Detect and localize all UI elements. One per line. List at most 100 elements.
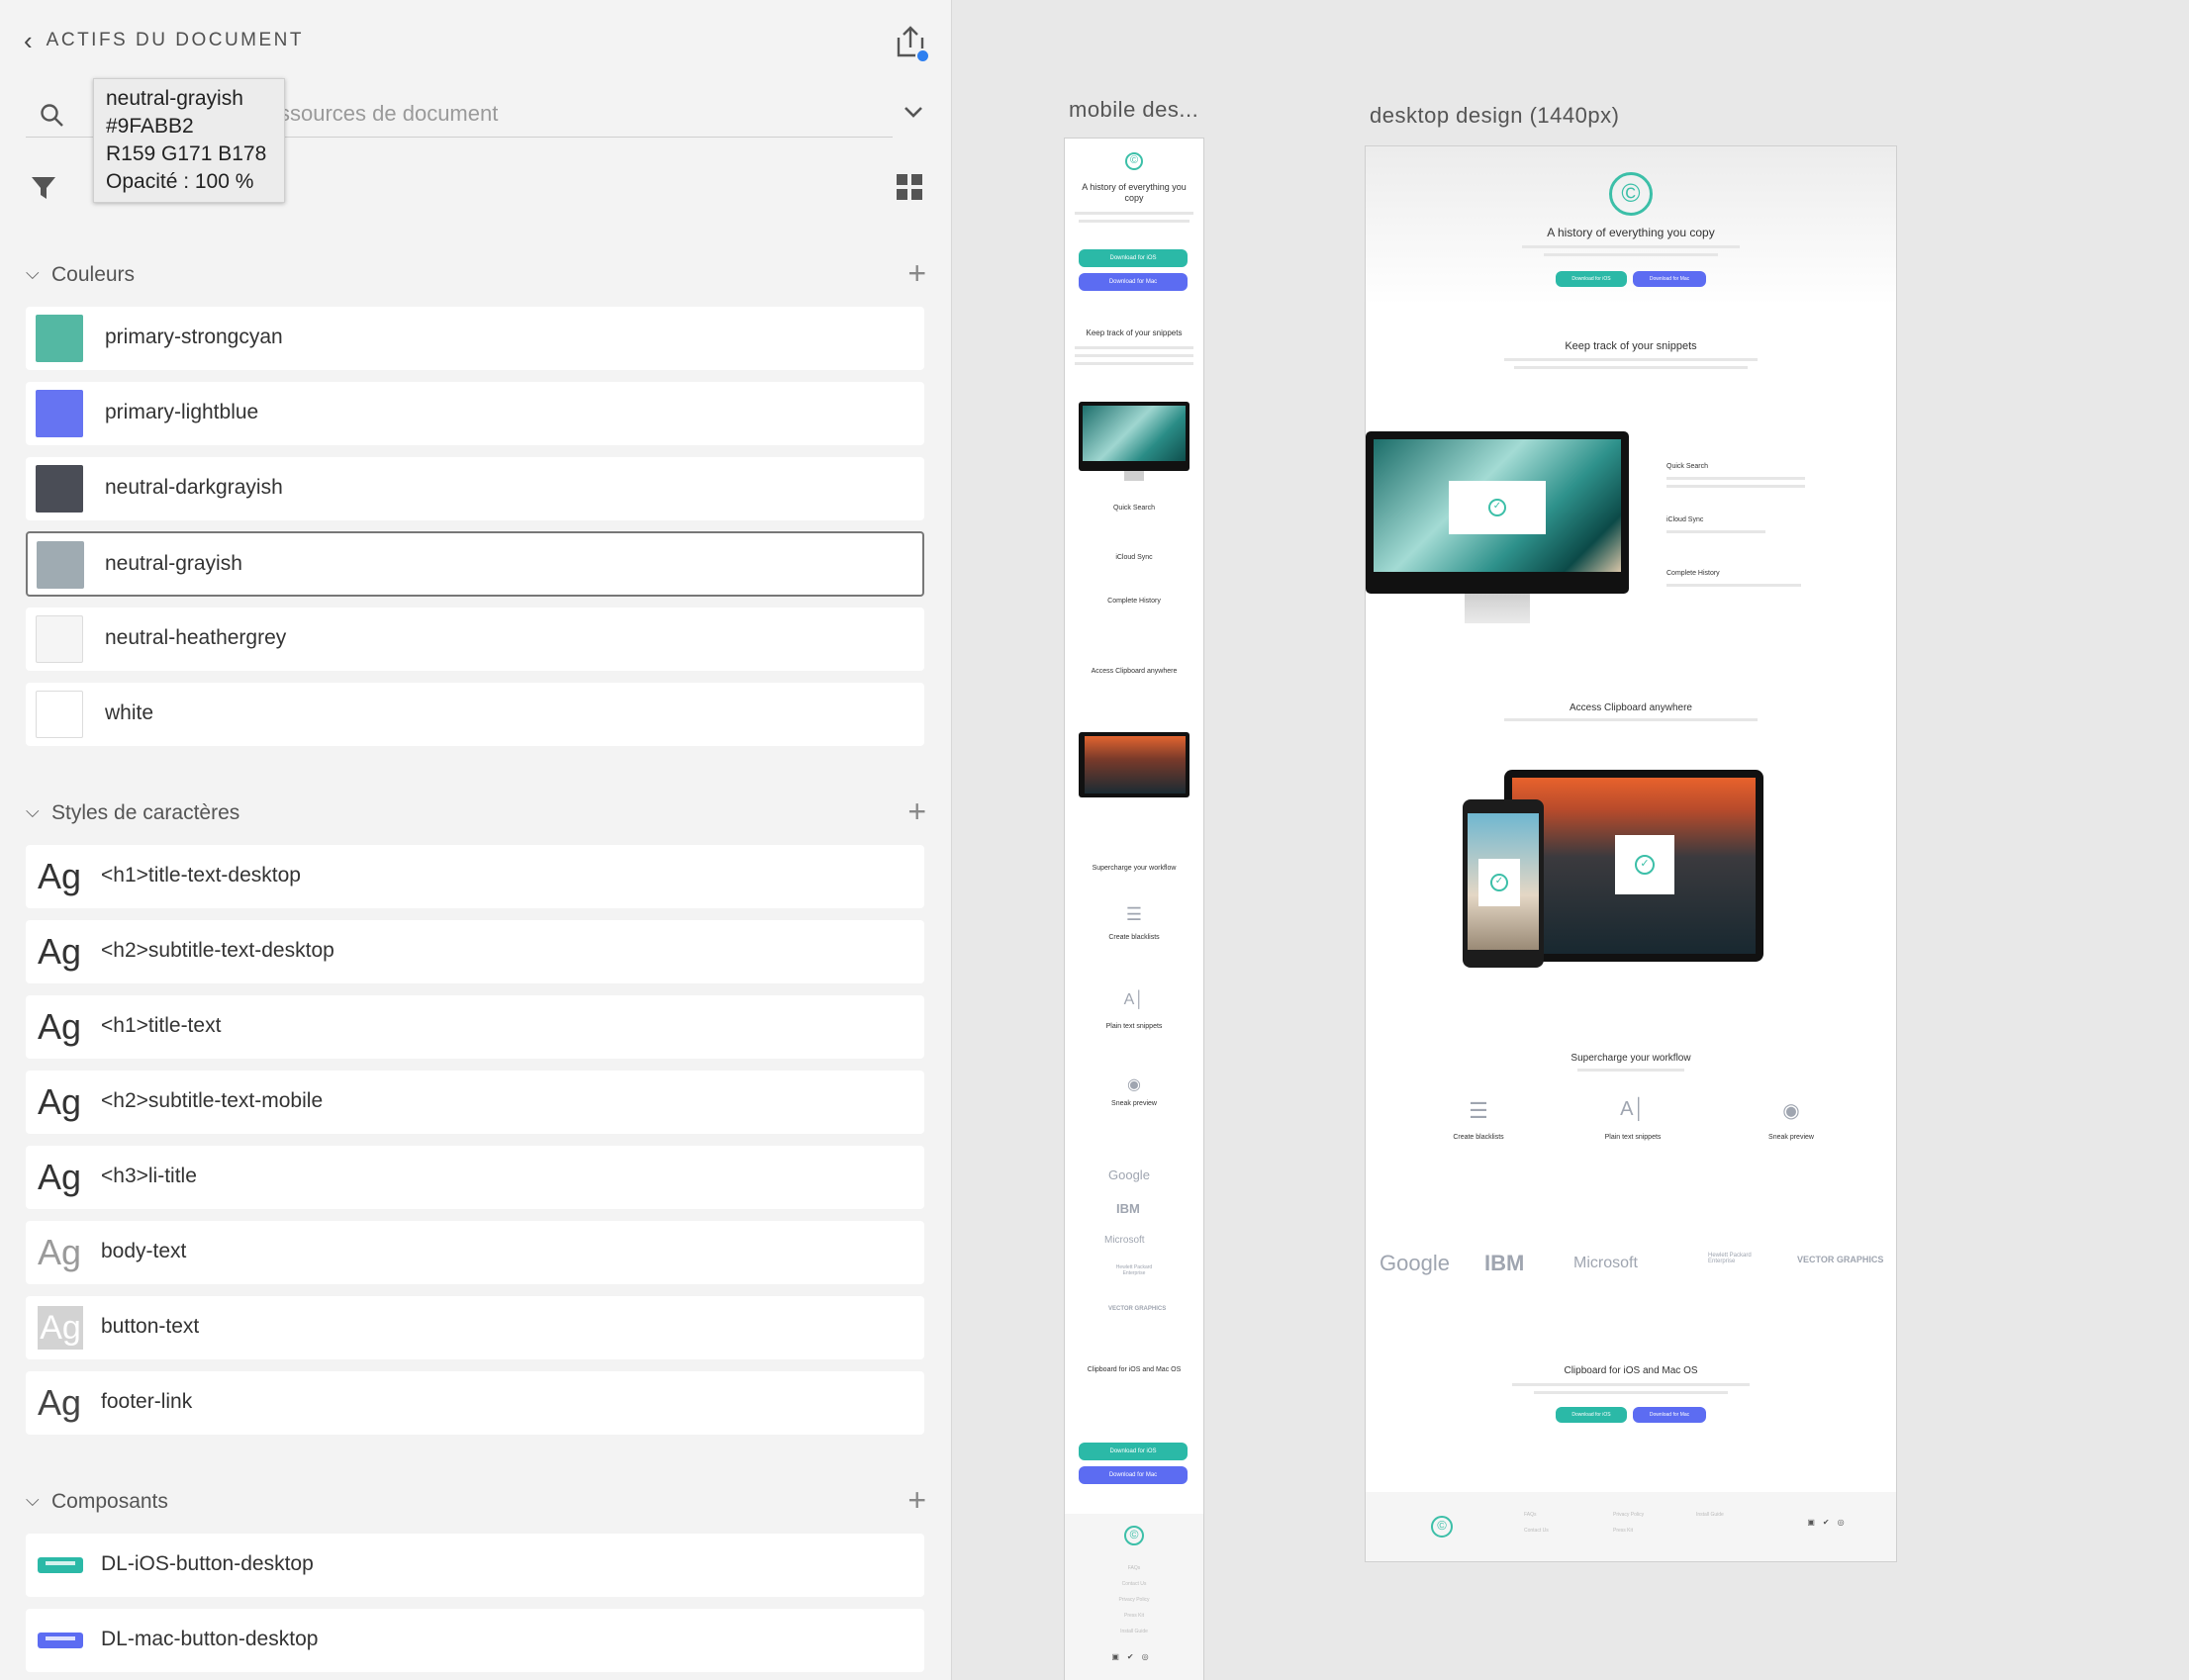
char-style-item[interactable]: Ag <h1>title-text-desktop — [26, 845, 924, 908]
download-ios-button[interactable]: Download for iOS — [1556, 271, 1627, 287]
brand-hpe: Hewlett Packard Enterprise — [1708, 1253, 1752, 1264]
footer-link[interactable]: Press Kit — [1069, 1613, 1199, 1619]
notification-dot — [915, 48, 930, 63]
desktop-artboard[interactable]: © A history of everything you copy Downl… — [1366, 146, 1896, 1561]
char-style-item[interactable]: Ag <h3>li-title — [26, 1146, 924, 1209]
cta-body-text — [1512, 1383, 1750, 1386]
color-item[interactable]: neutral-heathergrey — [26, 607, 924, 671]
feature-body-text — [1666, 530, 1765, 533]
section-title: Couleurs — [51, 263, 136, 286]
collapse-caret-icon[interactable]: ⌵ — [26, 263, 40, 284]
brand-google: Google — [1108, 1167, 1150, 1182]
char-style-item[interactable]: Ag <h2>subtitle-text-desktop — [26, 920, 924, 983]
footer-link[interactable]: Install Guide — [1696, 1512, 1756, 1518]
color-item[interactable]: neutral-darkgrayish — [26, 457, 924, 520]
download-ios-button[interactable]: Download for iOS — [1079, 249, 1188, 267]
char-style-name: body-text — [101, 1240, 187, 1262]
component-thumbnail — [38, 1557, 83, 1573]
color-item[interactable]: primary-strongcyan — [26, 307, 924, 370]
cta-title: Clipboard for iOS and Mac OS — [1564, 1365, 1698, 1376]
add-icon[interactable]: + — [907, 1482, 926, 1519]
component-item[interactable]: DL-mac-button-desktop — [26, 1609, 924, 1672]
cta-body-text — [1534, 1391, 1728, 1394]
snippets-body-text — [1075, 354, 1193, 357]
document-assets-panel: ‹ ACTIFS DU DOCUMENT ssources de documen… — [0, 0, 952, 1680]
footer-link[interactable]: Contact Us — [1524, 1528, 1573, 1534]
color-item-selected[interactable]: neutral-grayish — [26, 531, 924, 597]
tooltip-opacity: Opacité : 100 % — [106, 170, 254, 193]
workflow-item: Create blacklists — [1453, 1134, 1504, 1141]
desktop-footer: © FAQs Contact Us Privacy Policy Press K… — [1366, 1492, 1896, 1561]
workflow-item: Sneak preview — [1768, 1134, 1814, 1141]
workflow-item: Plain text snippets — [1604, 1134, 1662, 1141]
collapse-caret-icon[interactable]: ⌵ — [26, 801, 40, 822]
download-ios-button[interactable]: Download for iOS — [1556, 1407, 1627, 1423]
tooltip-rgb: R159 G171 B178 — [106, 142, 267, 165]
section-colors[interactable]: ⌵ Couleurs + — [26, 255, 926, 293]
mobile-artboard-label[interactable]: mobile des... — [1069, 97, 1198, 123]
check-icon: ✓ — [1490, 874, 1508, 891]
footer-link[interactable]: Press Kit — [1613, 1528, 1663, 1534]
search-icon — [41, 104, 63, 127]
monitor-image: ✓ — [1366, 431, 1629, 594]
share-icon[interactable] — [895, 26, 930, 63]
color-item[interactable]: primary-lightblue — [26, 382, 924, 445]
feature-title: iCloud Sync — [1115, 554, 1153, 561]
brand-vector-graphics: VECTOR GRAPHICS — [1797, 1255, 1884, 1264]
feature-title: Complete History — [1107, 598, 1161, 605]
back-chevron-icon[interactable]: ‹ — [24, 28, 33, 53]
char-style-item[interactable]: Ag button-text — [26, 1296, 924, 1359]
footer-link[interactable]: FAQs — [1069, 1565, 1199, 1571]
brand-hpe: Hewlett Packard Enterprise — [1115, 1264, 1153, 1276]
char-style-preview: Ag — [38, 856, 82, 896]
section-components[interactable]: ⌵ Composants + — [26, 1482, 926, 1520]
feature-title: iCloud Sync — [1666, 516, 1704, 523]
footer-link[interactable]: Privacy Policy — [1069, 1597, 1199, 1603]
hero-body-text — [1079, 220, 1190, 223]
color-item[interactable]: white — [26, 683, 924, 746]
footer-link[interactable]: Contact Us — [1069, 1581, 1199, 1587]
component-item[interactable]: DL-iOS-button-desktop — [26, 1534, 924, 1597]
add-icon[interactable]: + — [907, 793, 926, 830]
download-mac-button[interactable]: Download for Mac — [1079, 1466, 1188, 1484]
char-style-preview: Ag — [38, 1081, 82, 1122]
char-style-preview: Ag — [38, 931, 82, 972]
tooltip-hex: #9FABB2 — [106, 115, 194, 138]
chevron-down-icon[interactable] — [903, 101, 924, 123]
char-style-preview: Ag — [38, 1382, 82, 1423]
plain-text-icon: A│ — [1620, 1098, 1646, 1120]
download-mac-button[interactable]: Download for Mac — [1633, 271, 1706, 287]
mobile-footer: © FAQs Contact Us Privacy Policy Press K… — [1065, 1514, 1203, 1680]
feature-body-text — [1666, 584, 1801, 587]
char-style-name: <h1>title-text — [101, 1014, 222, 1037]
component-name: DL-mac-button-desktop — [101, 1628, 319, 1650]
social-icons[interactable]: ▣✔◎ — [1104, 1652, 1164, 1661]
add-icon[interactable]: + — [907, 255, 926, 292]
char-style-item[interactable]: Ag footer-link — [26, 1371, 924, 1435]
footer-link[interactable]: Install Guide — [1069, 1629, 1199, 1634]
download-ios-button[interactable]: Download for iOS — [1079, 1443, 1188, 1460]
workflow-title: Supercharge your workflow — [1092, 865, 1177, 872]
component-thumbnail — [38, 1633, 83, 1648]
download-mac-button[interactable]: Download for Mac — [1079, 273, 1188, 291]
char-style-name: footer-link — [101, 1390, 193, 1413]
collapse-caret-icon[interactable]: ⌵ — [26, 1490, 40, 1511]
char-style-item[interactable]: Ag body-text — [26, 1221, 924, 1284]
footer-link[interactable]: Privacy Policy — [1613, 1512, 1672, 1518]
download-mac-button[interactable]: Download for Mac — [1633, 1407, 1706, 1423]
filter-icon[interactable] — [30, 174, 57, 202]
char-style-item[interactable]: Ag <h2>subtitle-text-mobile — [26, 1071, 924, 1134]
social-icons[interactable]: ▣✔◎ — [1795, 1518, 1864, 1527]
char-style-item[interactable]: Ag <h1>title-text — [26, 995, 924, 1059]
char-style-preview: Ag — [38, 1306, 83, 1350]
section-character-styles[interactable]: ⌵ Styles de caractères + — [26, 793, 926, 831]
cta-title: Clipboard for iOS and Mac OS — [1087, 1366, 1182, 1373]
grid-view-icon[interactable] — [897, 174, 922, 200]
desktop-artboard-label[interactable]: desktop design (1440px) — [1370, 103, 1619, 129]
eye-icon: ◉ — [1782, 1100, 1800, 1122]
mobile-artboard[interactable]: © A history of everything you copy Downl… — [1065, 139, 1203, 1680]
footer-link[interactable]: FAQs — [1524, 1512, 1564, 1518]
hero-title: A history of everything you copy — [1082, 182, 1187, 203]
panel-header[interactable]: ‹ ACTIFS DU DOCUMENT — [24, 28, 304, 53]
phone-image: ✓ — [1463, 799, 1544, 968]
